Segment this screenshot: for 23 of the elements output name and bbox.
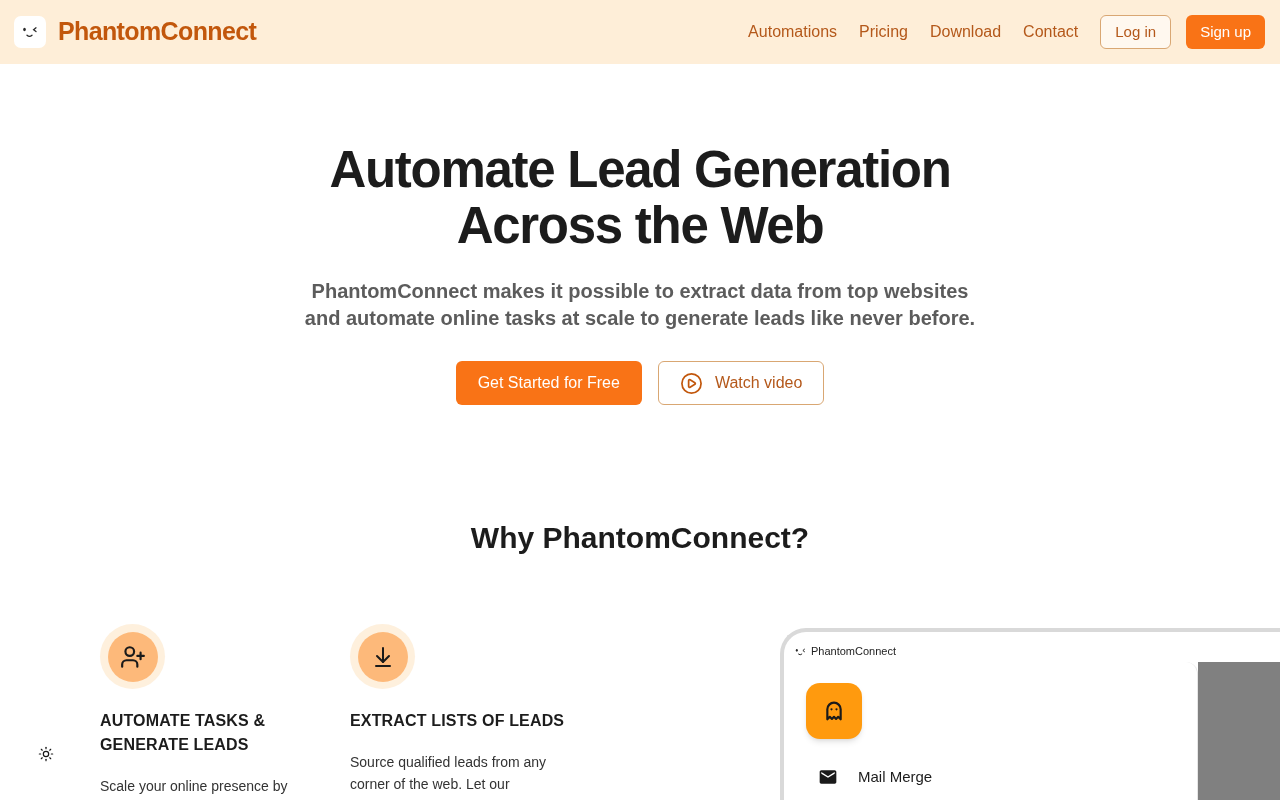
menu-item[interactable]: Mail Merge <box>858 766 933 789</box>
nav-link[interactable]: Contact <box>1023 20 1079 44</box>
get-started-button[interactable]: Get Started for Free <box>455 361 642 405</box>
nav-link[interactable]: Pricing <box>859 20 908 44</box>
play-circle-icon <box>679 371 703 395</box>
feature-description: Source qualified leads from any corner of the web. Let our <box>350 753 548 794</box>
section-heading: Why PhantomConnect? <box>470 520 810 556</box>
sun-icon[interactable] <box>38 746 54 762</box>
ghost-app-icon <box>806 683 862 739</box>
feature-title: AUTOMATE TASKS & GENERATE LEADS <box>100 711 267 755</box>
watch-video-button[interactable]: Watch video <box>657 361 825 405</box>
window-title: PhantomConnect <box>811 644 896 660</box>
feature-description: Scale your online presence by <box>100 777 289 796</box>
log-in-button[interactable]: Log in <box>1100 15 1172 49</box>
hero-title: Automate Lead Generation Across the Web <box>329 142 951 254</box>
smiley-face-icon <box>795 647 806 656</box>
sign-up-button[interactable]: Sign up <box>1186 15 1265 49</box>
nav-link[interactable]: Automations <box>748 20 838 44</box>
hero-subtitle: PhantomConnect makes it possible to extract data from top websites and automate online tasks at scale to generate leads like never before. <box>304 279 976 331</box>
feature-title: EXTRACT LISTS OF LEADS <box>350 711 566 731</box>
smiley-face-logo-icon <box>14 16 46 48</box>
brand-name: PhantomConnect <box>58 16 257 48</box>
nav-link[interactable]: Download <box>929 20 1002 44</box>
